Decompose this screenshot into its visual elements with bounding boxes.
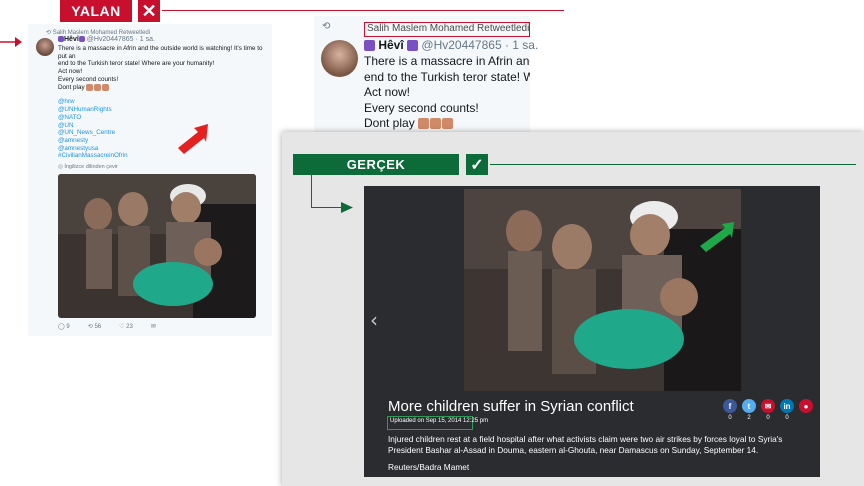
green-connector	[311, 175, 312, 207]
twitter-icon: t	[742, 399, 756, 413]
tweet-handle: @Hv20447865 · 1 sa.	[421, 38, 539, 52]
share-mail[interactable]: ✉ 0	[761, 399, 775, 421]
mention-link[interactable]: @UN_News_Centre	[58, 129, 268, 137]
green-connector	[311, 207, 343, 208]
mention-link[interactable]: @UNHumanRights	[58, 106, 268, 114]
badge-icon	[364, 40, 375, 52]
share-linkedin[interactable]: in 0	[780, 399, 794, 421]
badge-icon	[78, 36, 85, 43]
tweet-text: There is a massacre in Afrin and th end …	[364, 54, 530, 130]
tweet-card: ⟲ Salih Maslem Mohamed Retweetledi Hêvî …	[28, 24, 272, 336]
true-verdict-label: GERÇEK	[293, 154, 459, 175]
dm-button[interactable]: ✉	[151, 323, 156, 330]
monkey-emoji-icon	[430, 118, 442, 130]
false-divider	[162, 10, 564, 11]
mention-link[interactable]: @amnestyusa	[58, 145, 268, 153]
mail-icon: ✉	[761, 399, 775, 413]
retweet-icon: ⟲	[322, 21, 331, 32]
photo-credit: Reuters/Badra Mamet	[388, 462, 470, 472]
green-pointer-arrow-icon	[700, 222, 734, 252]
article-caption: Injured children rest at a field hospita…	[388, 434, 783, 455]
facebook-icon: f	[723, 399, 737, 413]
tweet-text: There is a massacre in Afrin and the out…	[58, 45, 268, 160]
tweet-handle: @Hv20447865 · 1 sa.	[86, 36, 155, 43]
mail-icon: ✉	[150, 324, 156, 330]
tweet-zoom: ⟲ Salih Maslem Mohamed Retweetledi Hêvî …	[314, 16, 538, 136]
like-button[interactable]: ♡ 23	[119, 323, 133, 330]
red-arrow-icon	[0, 37, 22, 47]
mention-link[interactable]: @NATO	[58, 114, 268, 122]
article-photo[interactable]	[464, 189, 741, 391]
mention-link[interactable]: @amnesty	[58, 137, 268, 145]
linkedin-icon: in	[780, 399, 794, 413]
monkey-emoji-icon	[86, 83, 94, 91]
mention-link[interactable]: @UN	[58, 122, 268, 130]
retweet-line: Salih Maslem Mohamed Retweetledi	[367, 23, 530, 34]
monkey-emoji-icon	[102, 83, 110, 91]
badge-icon	[407, 40, 419, 52]
close-icon: ✕	[138, 0, 160, 22]
article-title: More children suffer in Syrian conflict	[388, 398, 634, 415]
upload-date: Uploaded on Sep 15, 2014 12:25 pm	[390, 418, 489, 424]
share-facebook[interactable]: f 0	[723, 399, 737, 421]
news-article: ‹ More children suffer in Syrian conflic…	[364, 186, 820, 477]
share-comment[interactable]: ●	[799, 399, 813, 415]
retweet-button[interactable]: ⟲ 56	[88, 323, 101, 330]
tweet-author[interactable]: Hêvî @Hv20447865 · 1 sa.	[364, 38, 538, 52]
tweet-author[interactable]: Hêvî @Hv20447865 · 1 sa.	[58, 36, 155, 43]
retweet-icon: ⟲	[46, 30, 53, 36]
false-verdict-label: YALAN	[60, 0, 132, 22]
share-twitter[interactable]: t 2	[742, 399, 756, 421]
monkey-emoji-icon	[418, 118, 430, 130]
avatar[interactable]	[36, 38, 54, 56]
translate-link[interactable]: ◎ İngilizce dilinden çevir	[58, 164, 118, 170]
avatar[interactable]	[321, 40, 358, 77]
hashtag-link[interactable]: #CivilianMassacreinOfrin	[58, 152, 268, 160]
check-icon: ✓	[466, 154, 488, 175]
green-arrow-icon	[341, 202, 353, 213]
true-divider	[490, 164, 856, 165]
red-pointer-arrow-icon	[178, 124, 208, 154]
chevron-left-icon[interactable]: ‹	[370, 308, 378, 332]
monkey-emoji-icon	[94, 83, 102, 91]
monkey-emoji-icon	[442, 118, 454, 130]
retweet-line: ⟲ Salih Maslem Mohamed Retweetledi	[46, 30, 151, 36]
tweet-photo[interactable]	[58, 174, 256, 318]
reply-button[interactable]: ◯ 9	[58, 323, 70, 330]
mention-link[interactable]: @hrw	[58, 98, 268, 106]
tweet-actions: ◯ 9 ⟲ 56 ♡ 23 ✉	[58, 323, 208, 330]
comment-icon: ●	[799, 399, 813, 413]
